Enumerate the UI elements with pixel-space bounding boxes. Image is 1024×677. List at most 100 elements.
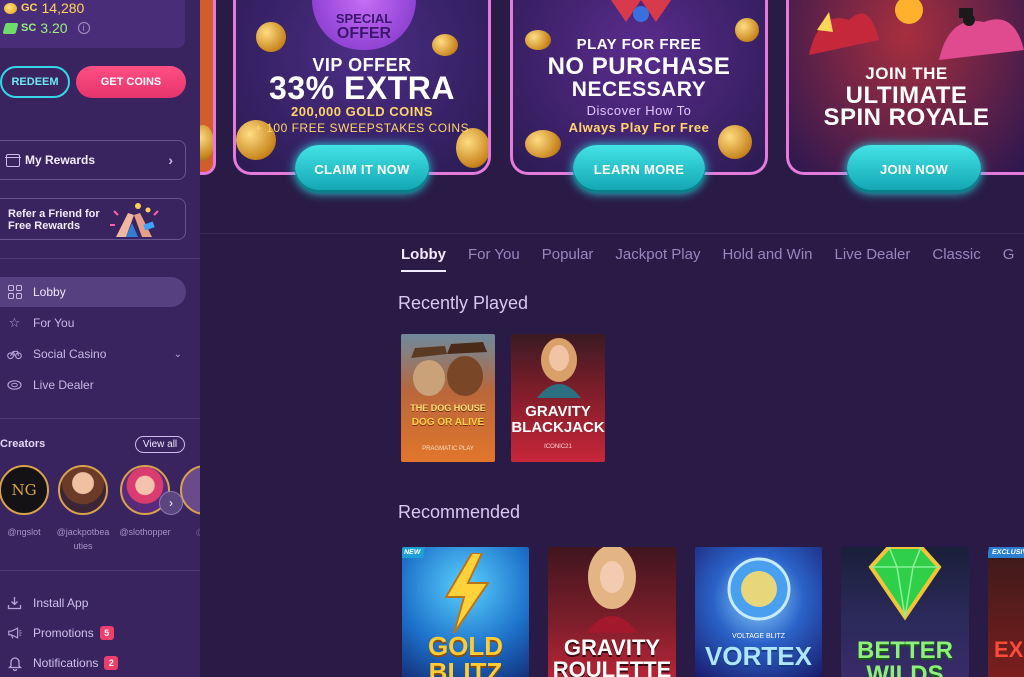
refer-friend-card[interactable]: Refer a Friend for Free Rewards (0, 198, 186, 240)
install-app-link[interactable]: Install App (0, 593, 88, 613)
avatar (58, 465, 108, 515)
recommended-title: Recommended (398, 502, 521, 522)
high-five-icon (110, 203, 159, 237)
category-tabs: Lobby For You Popular Jackpot Play Hold … (401, 246, 1014, 272)
nav-label: Lobby (33, 285, 66, 299)
join-now-button[interactable]: JOIN NOW (847, 145, 981, 193)
redeem-button[interactable]: REDEEM (0, 66, 70, 98)
claim-it-now-button[interactable]: CLAIM IT NOW (295, 145, 429, 193)
game-provider: ICONIC21 (544, 444, 572, 450)
bicycle-icon (7, 347, 22, 362)
game-title: GRAVITY (525, 403, 591, 420)
coin-icon (200, 125, 213, 161)
tab-live-dealer[interactable]: Live Dealer (835, 246, 911, 272)
tab-jackpot-play[interactable]: Jackpot Play (615, 246, 700, 272)
badge-line: OFFER (336, 25, 392, 42)
tab-hold-and-win[interactable]: Hold and Win (722, 246, 812, 272)
gold-coin-icon (4, 2, 17, 14)
game-tile-dog-house[interactable]: THE DOG HOUSE DOG OR ALIVE PRAGMATIC PLA… (401, 334, 495, 462)
my-rewards-card[interactable]: My Rewards › (0, 140, 186, 180)
sweeps-coin-icon (2, 22, 19, 34)
sidebar-divider (0, 570, 200, 571)
tab-more[interactable]: G (1003, 246, 1015, 272)
game-tile-vortex[interactable]: VOLTAGE BLITZ VORTEX (695, 547, 822, 677)
game-subtitle: VOLTAGE BLITZ (731, 633, 786, 640)
sweeps-coin-balance: SC 3.20 i (2, 20, 90, 36)
banner-headline: SPIN ROYALE (823, 104, 990, 131)
nav-item-lobby[interactable]: Lobby (0, 277, 186, 307)
promotions-link[interactable]: Promotions 5 (0, 623, 114, 643)
gift-icon (5, 153, 21, 167)
view-all-button[interactable]: View all (135, 436, 185, 453)
banner-line: Discover How To (586, 103, 692, 118)
avatar (180, 465, 200, 515)
nav-item-live-dealer[interactable]: Live Dealer (0, 370, 186, 400)
exclusive-badge: EXCLUSIVE (988, 547, 1024, 558)
game-title: EX (994, 637, 1024, 662)
main-content: SPECIAL OFFER VIP OFFER 33% EXTRA 200,00… (200, 0, 1024, 677)
game-tile-better-wilds[interactable]: BETTER WILDS (841, 547, 969, 677)
notifications-count-badge: 2 (104, 656, 119, 670)
game-provider: PRAGMATIC PLAY (422, 446, 474, 452)
info-icon[interactable]: i (77, 22, 90, 34)
creator-item[interactable]: @jackpotbeauties (56, 465, 110, 553)
nav-label: Live Dealer (33, 378, 94, 392)
star-icon: ☆ (8, 315, 21, 330)
get-coins-button[interactable]: GET COINS (76, 66, 186, 98)
banner-headline: 33% EXTRA (269, 70, 455, 106)
sidebar-divider (0, 418, 200, 419)
game-title: GRAVITY ROULETTE (552, 635, 672, 677)
lightning-bolt-icon (444, 553, 490, 633)
nav-label: Social Casino (33, 347, 107, 361)
game-tile-exclusive-partial[interactable]: EXCLUSIVE EX (988, 547, 1024, 677)
install-app-label: Install App (33, 596, 89, 610)
nav-item-for-you[interactable]: ☆ For You (0, 308, 186, 338)
banner-line: JOIN THE (865, 64, 948, 83)
creator-name: @ngslot (7, 527, 41, 537)
gold-coin-balance: GC 14,280 (4, 0, 84, 16)
sc-label: SC (21, 22, 37, 34)
learn-more-button[interactable]: LEARN MORE (573, 145, 705, 193)
tab-for-you[interactable]: For You (468, 246, 520, 272)
sidebar-divider (0, 258, 200, 259)
badge-line: SPECIAL (335, 11, 393, 26)
avatar: NG (0, 465, 49, 515)
refer-friend-label: Refer a Friend for Free Rewards (8, 208, 100, 232)
special-offer-badge: SPECIAL OFFER (312, 0, 416, 50)
dogs-art-icon (411, 342, 487, 396)
game-title: VORTEX (705, 641, 812, 671)
chevron-down-icon[interactable]: ⌄ (174, 349, 182, 360)
game-tile-gold-blitz[interactable]: NEW GOLD BLITZ (402, 547, 529, 677)
next-creators-button[interactable]: › (159, 491, 183, 515)
download-icon (7, 596, 22, 611)
creator-item[interactable]: NG @ngslot (0, 465, 51, 539)
creator-name: @jackpotbeauties (56, 527, 110, 551)
notifications-link[interactable]: Notifications 2 (0, 653, 119, 673)
megaphone-icon (7, 626, 22, 641)
emerald-gem-icon (868, 547, 942, 621)
balance-box: GC 14,280 SC 3.20 i (0, 0, 185, 48)
banner-headline: NECESSARY (571, 78, 707, 101)
my-rewards-label: My Rewards (25, 153, 96, 167)
tab-classic[interactable]: Classic (932, 246, 980, 272)
game-tile-gravity-blackjack[interactable]: GRAVITY BLACKJACK ICONIC21 (511, 334, 605, 462)
tab-lobby[interactable]: Lobby (401, 246, 446, 272)
jester-icon (611, 0, 671, 22)
tab-popular[interactable]: Popular (542, 246, 594, 272)
banner-line: 200,000 GOLD COINS (291, 104, 433, 119)
game-subtitle: BLACKJACK (511, 419, 605, 436)
creators-title: Creators (0, 438, 46, 450)
promotions-label: Promotions (33, 626, 94, 640)
svg-text:NG: NG (11, 481, 36, 499)
nav-item-social-casino[interactable]: Social Casino ⌄ (0, 339, 186, 369)
sc-value: 3.20 (40, 20, 68, 36)
banner-line: Always Play For Free (568, 120, 710, 135)
bell-icon (7, 656, 22, 671)
creator-name: @ca (178, 525, 200, 539)
promo-banner-partial[interactable] (200, 0, 216, 175)
coin-icon (256, 22, 286, 52)
game-tile-gravity-roulette[interactable]: GRAVITY ROULETTE (548, 547, 676, 677)
dealer-portrait-icon (537, 338, 581, 398)
ng-logo-icon: NG (11, 481, 36, 499)
gc-label: GC (21, 2, 38, 14)
